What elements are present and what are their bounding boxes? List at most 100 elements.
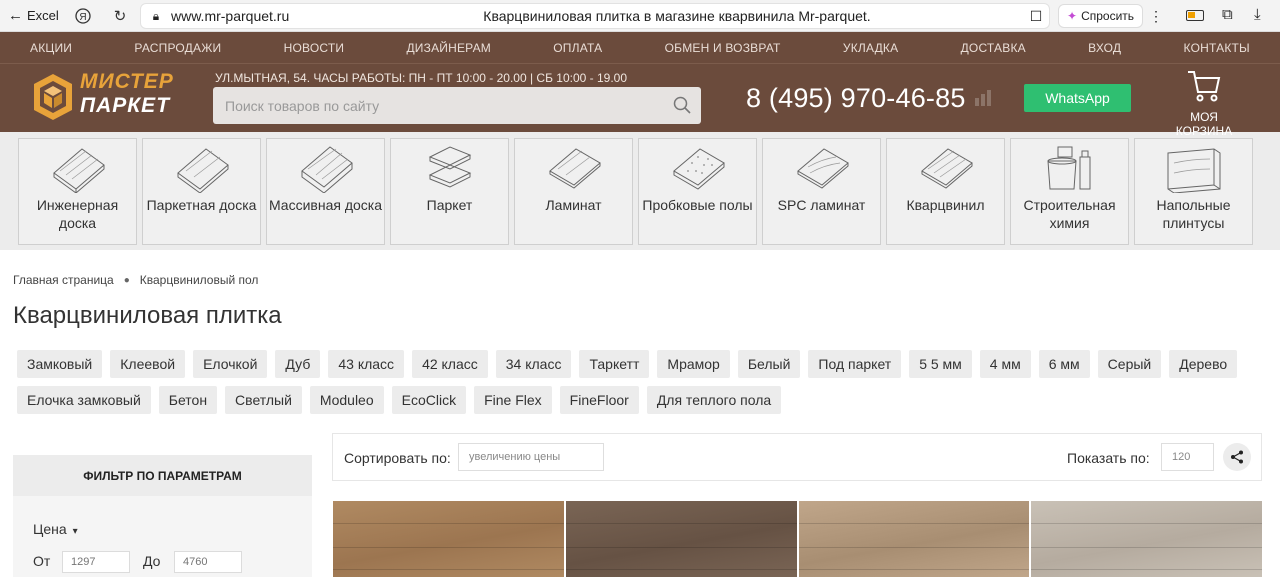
tag-filter-chip[interactable]: Серый bbox=[1097, 350, 1162, 378]
category-label: Паркетная доска bbox=[146, 197, 257, 213]
sort-label: Сортировать по: bbox=[344, 450, 451, 466]
spc-laminate-icon bbox=[796, 148, 849, 189]
extensions-icon[interactable]: ⧉ bbox=[1222, 6, 1233, 23]
bookmark-icon[interactable]: ☐ bbox=[1023, 8, 1049, 25]
tag-filter-chip[interactable]: Таркетт bbox=[579, 350, 650, 378]
nav-delivery[interactable]: ДОСТАВКА bbox=[961, 41, 1026, 55]
price-from-input[interactable] bbox=[62, 551, 130, 573]
more-menu-icon[interactable]: ⋮ bbox=[1146, 4, 1166, 28]
plank-seam bbox=[333, 523, 564, 524]
tag-filter-chip[interactable]: 34 класс bbox=[495, 350, 572, 378]
price-filter-toggle[interactable]: Цена ▾ bbox=[33, 521, 78, 537]
tag-filter-chip[interactable]: Moduleo bbox=[309, 386, 384, 414]
category-solid-board[interactable]: Массивная доска bbox=[266, 138, 385, 245]
plank-seam bbox=[565, 569, 797, 570]
back-button[interactable]: ← Excel bbox=[0, 0, 67, 31]
category-skirting-board[interactable]: Напольные плинтусы bbox=[1134, 138, 1253, 245]
category-engineered-board[interactable]: Инженерная доска bbox=[18, 138, 137, 245]
tag-filter-chip[interactable]: Светлый bbox=[225, 386, 302, 414]
nav-contacts[interactable]: КОНТАКТЫ bbox=[1184, 41, 1250, 55]
tag-filter-chip[interactable]: Клеевой bbox=[110, 350, 186, 378]
solid-board-icon bbox=[300, 146, 353, 193]
back-label: Excel bbox=[27, 8, 59, 23]
category-spc-laminate[interactable]: SPC ламинат bbox=[762, 138, 881, 245]
tag-filter-chip[interactable]: Для теплого пола bbox=[646, 386, 782, 414]
category-quartz-vinyl[interactable]: Кварцвинил bbox=[886, 138, 1005, 245]
breadcrumb-home[interactable]: Главная страница bbox=[13, 273, 114, 287]
price-to-input[interactable] bbox=[174, 551, 242, 573]
search-icon[interactable] bbox=[673, 96, 691, 114]
ask-button[interactable]: ✦ Спросить bbox=[1058, 4, 1144, 28]
search-input[interactable] bbox=[213, 87, 701, 124]
site-logo[interactable]: МИСТЕР ПАРКЕТ bbox=[30, 70, 190, 124]
battery-icon bbox=[1186, 10, 1204, 21]
plank-seam bbox=[333, 547, 564, 548]
product-grid bbox=[333, 501, 1262, 577]
logo-text-line1: МИСТЕР bbox=[80, 70, 174, 93]
nav-designers[interactable]: ДИЗАЙНЕРАМ bbox=[406, 41, 491, 55]
tag-filter-chip[interactable]: Дуб bbox=[275, 350, 321, 378]
skirting-board-icon bbox=[1167, 148, 1220, 193]
show-count-label: Показать по: bbox=[1067, 450, 1150, 466]
tag-filter-chip[interactable]: Под паркет bbox=[808, 350, 902, 378]
product-card-image[interactable] bbox=[798, 501, 1030, 577]
show-count-select[interactable]: 120 bbox=[1161, 443, 1214, 471]
plank-seam bbox=[798, 569, 1030, 570]
category-construction-chemicals[interactable]: Строительная химия bbox=[1010, 138, 1129, 245]
nav-installation[interactable]: УКЛАДКА bbox=[843, 41, 898, 55]
category-parquet-board[interactable]: Паркетная доска bbox=[142, 138, 261, 245]
tag-filter-chip[interactable]: 6 мм bbox=[1038, 350, 1090, 378]
plank-seam bbox=[565, 523, 797, 524]
nav-sales[interactable]: РАСПРОДАЖИ bbox=[134, 41, 221, 55]
tag-filter-chip[interactable]: Дерево bbox=[1169, 350, 1238, 378]
tag-filter-chip[interactable]: Бетон bbox=[158, 386, 218, 414]
tag-filter-chip[interactable]: Белый bbox=[737, 350, 801, 378]
category-laminate[interactable]: Ламинат bbox=[514, 138, 633, 245]
tag-filter-chip[interactable]: Елочкой bbox=[193, 350, 268, 378]
tag-filter-chip[interactable]: Елочка замковый bbox=[17, 386, 151, 414]
nav-login[interactable]: ВХОД bbox=[1088, 41, 1121, 55]
site-header: АКЦИИ РАСПРОДАЖИ НОВОСТИ ДИЗАЙНЕРАМ ОПЛА… bbox=[0, 32, 1280, 138]
address-bar[interactable]: 🔒︎ www.mr-parquet.ru Кварцвиниловая плит… bbox=[140, 3, 1050, 29]
browser-toolbar: ← Excel Я ↻ 🔒︎ www.mr-parquet.ru Кварцви… bbox=[0, 0, 1280, 32]
nav-promotions[interactable]: АКЦИИ bbox=[30, 41, 72, 55]
tag-filter-chip[interactable]: Замковый bbox=[17, 350, 103, 378]
store-address: УЛ.МЫТНАЯ, 54. ЧАСЫ РАБОТЫ: ПН - ПТ 10:0… bbox=[215, 71, 628, 85]
phone-number[interactable]: 8 (495) 970-46-85 bbox=[746, 83, 966, 114]
sort-select[interactable]: увеличению цены bbox=[458, 443, 604, 471]
product-card-image[interactable] bbox=[333, 501, 564, 577]
category-label: Напольные плинтусы bbox=[1156, 197, 1231, 231]
tag-filter-chip[interactable]: Fine Flex bbox=[474, 386, 552, 414]
tag-filter-chip[interactable]: Мрамор bbox=[657, 350, 730, 378]
yandex-icon[interactable]: Я bbox=[70, 3, 96, 29]
product-card-image[interactable] bbox=[565, 501, 797, 577]
nav-exchange-return[interactable]: ОБМЕН И ВОЗВРАТ bbox=[665, 41, 781, 55]
tag-filter-chip[interactable]: 5 5 мм bbox=[909, 350, 972, 378]
top-navigation: АКЦИИ РАСПРОДАЖИ НОВОСТИ ДИЗАЙНЕРАМ ОПЛА… bbox=[0, 32, 1280, 64]
tag-filter-chip[interactable]: FineFloor bbox=[559, 386, 639, 414]
tag-filter-chip[interactable]: 4 мм bbox=[979, 350, 1031, 378]
compare-icon[interactable] bbox=[975, 88, 993, 106]
product-card-image[interactable] bbox=[1031, 501, 1262, 577]
nav-payment[interactable]: ОПЛАТА bbox=[553, 41, 602, 55]
page-title: Кварцвиниловая плитка bbox=[13, 302, 282, 329]
price-label: Цена bbox=[33, 521, 67, 537]
tag-filter-chip[interactable]: EcoClick bbox=[391, 386, 467, 414]
plank-seam bbox=[798, 523, 1030, 524]
category-cork-floor[interactable]: Пробковые полы bbox=[638, 138, 757, 245]
nav-news[interactable]: НОВОСТИ bbox=[284, 41, 345, 55]
lock-icon: 🔒︎ bbox=[152, 8, 160, 23]
reload-icon[interactable]: ↻ bbox=[107, 3, 133, 29]
plank-seam bbox=[798, 547, 1030, 548]
whatsapp-button[interactable]: WhatsApp bbox=[1024, 84, 1131, 112]
tag-filter-chip[interactable]: 42 класс bbox=[412, 350, 488, 378]
category-parquet[interactable]: Паркет bbox=[390, 138, 509, 245]
tag-filters: Замковый Клеевой Елочкой Дуб 43 класс 42 клас… bbox=[17, 350, 1257, 422]
category-label: Строительная химия bbox=[1023, 197, 1116, 231]
share-button[interactable] bbox=[1223, 443, 1251, 471]
price-to-label: До bbox=[143, 553, 161, 569]
downloads-icon[interactable]: ⤓ bbox=[1254, 6, 1261, 23]
cart-button[interactable]: МОЯ КОРЗИНА bbox=[1162, 68, 1246, 138]
tag-filter-chip[interactable]: 43 класс bbox=[328, 350, 405, 378]
ai-sparkle-icon: ✦ bbox=[1067, 9, 1078, 23]
